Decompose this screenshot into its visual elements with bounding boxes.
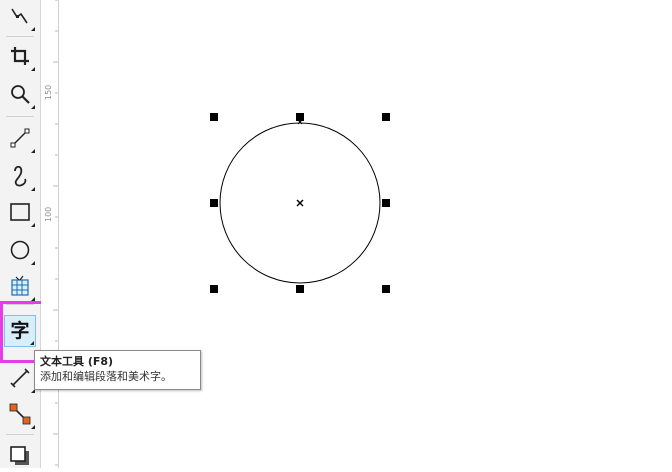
ruler-label-100: 100 [44, 206, 53, 222]
handle-top [296, 113, 304, 121]
ruler-label-150: 150 [44, 84, 53, 100]
rectangle-tool-button[interactable] [4, 196, 36, 228]
magnifier-icon [9, 83, 31, 105]
tooltip-title: 文本工具 (F8) [40, 355, 114, 368]
handle-bottom [296, 285, 304, 293]
freehand-tool-button[interactable] [4, 122, 36, 154]
text-tool-button[interactable]: 字 [4, 315, 36, 347]
shape-tool-button[interactable] [4, 0, 36, 32]
handle-left [210, 199, 218, 207]
ellipse-tool-button[interactable] [4, 234, 36, 266]
handle-top-left [210, 113, 218, 121]
shape-edit-icon [9, 5, 31, 27]
flyout-indicator [31, 105, 35, 109]
flyout-indicator [31, 261, 35, 265]
shadow-tool-button[interactable] [4, 440, 36, 472]
crop-icon [9, 45, 31, 67]
dimension-tool-button[interactable] [4, 362, 36, 394]
flyout-indicator [31, 27, 35, 31]
connector-tool-button[interactable] [4, 398, 36, 430]
toolbox: 字 [0, 0, 47, 468]
table-icon [9, 275, 31, 297]
handle-top-right [382, 113, 390, 121]
flyout-indicator [31, 425, 35, 429]
tooltip: 文本工具 (F8) 添加和编辑段落和美术字。 [34, 350, 201, 390]
handle-right [382, 199, 390, 207]
drawing-surface [210, 113, 390, 293]
flyout-indicator [31, 223, 35, 227]
flyout-indicator [31, 297, 35, 301]
zoom-tool-button[interactable] [4, 78, 36, 110]
flyout-indicator [30, 341, 34, 345]
drawing-canvas[interactable] [59, 0, 672, 468]
crop-tool-button[interactable] [4, 40, 36, 72]
separator [6, 434, 34, 435]
graph-paper-tool-button[interactable] [4, 270, 36, 302]
connector-icon [9, 403, 31, 425]
curve-icon [9, 165, 31, 187]
separator [6, 36, 34, 37]
rectangle-icon [9, 201, 31, 223]
separator [6, 116, 34, 117]
tooltip-description: 添加和编辑段落和美术字。 [40, 370, 172, 383]
center-marker [296, 199, 304, 207]
circle-icon [9, 239, 31, 261]
flyout-indicator [31, 187, 35, 191]
separator [6, 304, 34, 305]
artistic-media-tool-button[interactable] [4, 160, 36, 192]
flyout-indicator [31, 67, 35, 71]
dimension-icon [9, 367, 31, 389]
flyout-indicator [31, 149, 35, 153]
line-node-icon [9, 127, 31, 149]
handle-bottom-left [210, 285, 218, 293]
vertical-ruler: 150 100 [41, 0, 59, 468]
handle-bottom-right [382, 285, 390, 293]
text-icon: 字 [10, 319, 30, 342]
shadow-icon [9, 445, 31, 467]
